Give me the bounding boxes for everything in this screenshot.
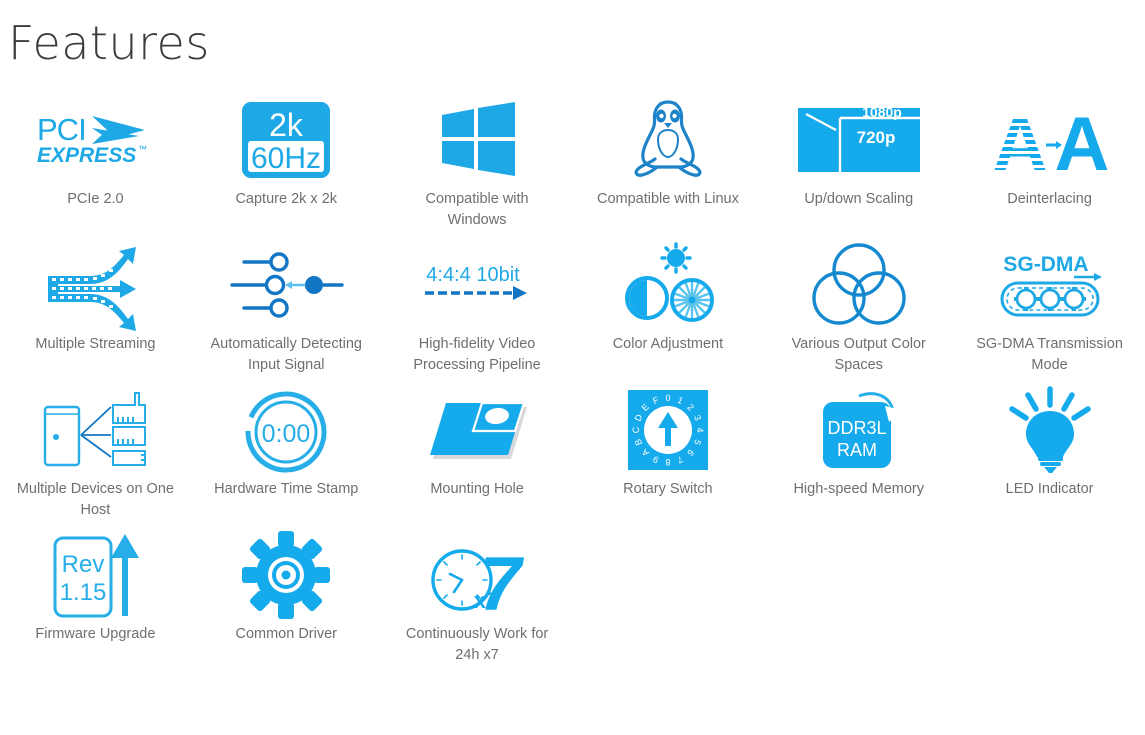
video-pipeline-arrow-icon: 4:4:4 10bit bbox=[388, 240, 567, 330]
feature-item-windows: Compatible with Windows bbox=[382, 91, 573, 236]
feature-caption: Color Adjustment bbox=[612, 335, 724, 352]
svg-text:4: 4 bbox=[695, 427, 705, 432]
feature-caption: PCIe 2.0 bbox=[67, 190, 124, 207]
svg-text:PCI: PCI bbox=[37, 112, 86, 147]
pci-express-logo-icon: PCI EXPRESS ™ bbox=[6, 95, 185, 185]
feature-item-pcie: PCI EXPRESS ™ PCIe 2.0 bbox=[0, 91, 191, 236]
deinterlaced-letter: A bbox=[1054, 102, 1109, 187]
signal-sliders-icon bbox=[197, 240, 376, 330]
feature-caption: Deinterlacing bbox=[1007, 190, 1092, 207]
deinterlacing-icon: A A bbox=[960, 95, 1139, 187]
firmware-label-rev: Rev bbox=[62, 551, 105, 578]
feature-item-continuous: 7 x7 Continuously Work for 24h x7 bbox=[382, 526, 573, 671]
scaling-label-720p: 720p bbox=[856, 128, 895, 147]
color-adjustment-icon bbox=[578, 240, 757, 330]
feature-caption: Rotary Switch bbox=[623, 480, 713, 497]
scaling-label-1080p: 1080p bbox=[862, 104, 902, 120]
feature-caption: LED Indicator bbox=[1005, 480, 1094, 497]
feature-item-memory: DDR3L RAM High-speed Memory bbox=[763, 381, 954, 526]
linux-penguin-icon bbox=[578, 95, 757, 185]
feature-item-capture2k: 2k 60Hz Capture 2k x 2k bbox=[191, 91, 382, 236]
feature-item-multidev: Multiple Devices on One Host bbox=[0, 381, 191, 526]
feature-caption: Automatically Detecting Input Signal bbox=[210, 335, 362, 373]
feature-item-linux: Compatible with Linux bbox=[572, 91, 763, 236]
feature-caption: High-fidelity Video Processing Pipeline bbox=[413, 335, 541, 373]
feature-item-timestamp: 0:00 Hardware Time Stamp bbox=[191, 381, 382, 526]
hardware-timer-icon: 0:00 bbox=[197, 385, 376, 475]
feature-caption: Compatible with Linux bbox=[596, 190, 739, 207]
svg-text:C: C bbox=[631, 426, 641, 433]
feature-item-coloradjust: Color Adjustment bbox=[572, 236, 763, 381]
pipeline-label: 4:4:4 10bit bbox=[426, 264, 520, 286]
feature-caption: Mounting Hole bbox=[430, 480, 524, 497]
features-grid: PCI EXPRESS ™ PCIe 2.0 2k 60Hz Capture 2… bbox=[0, 91, 1145, 671]
page-title: Features bbox=[8, 16, 210, 70]
ram-label-1: DDR3L bbox=[827, 418, 886, 438]
firmware-label-version: 1.15 bbox=[60, 579, 107, 606]
feature-item-mounthole: Mounting Hole bbox=[382, 381, 573, 526]
feature-caption: Various Output Color Spaces bbox=[791, 335, 926, 373]
gear-driver-icon bbox=[197, 530, 376, 620]
multiple-streaming-arrows-icon bbox=[6, 240, 185, 331]
mounting-hole-plate-icon bbox=[388, 385, 567, 475]
svg-text:™: ™ bbox=[138, 144, 147, 154]
ddr3l-ram-icon: DDR3L RAM bbox=[769, 385, 948, 475]
feature-item-rotary: 0 1 2 3 4 5 6 7 8 9 A B C D E F Rotary S… bbox=[572, 381, 763, 526]
feature-item-sgdma: SG-DMA SG-DMA Transmission Mode bbox=[954, 236, 1145, 381]
feature-caption: Up/down Scaling bbox=[804, 190, 914, 207]
feature-caption: Multiple Streaming bbox=[35, 335, 156, 352]
feature-item-deinterlace: A A Deinterlacing bbox=[954, 91, 1145, 236]
svg-text:0: 0 bbox=[665, 393, 670, 403]
svg-text:EXPRESS: EXPRESS bbox=[37, 144, 136, 167]
feature-caption: Capture 2k x 2k bbox=[235, 190, 338, 207]
feature-item-colorspaces: Various Output Color Spaces bbox=[763, 236, 954, 381]
feature-caption: High-speed Memory bbox=[793, 480, 925, 497]
feature-caption: SG-DMA Transmission Mode bbox=[976, 335, 1123, 373]
clock-x7-icon: 7 x7 bbox=[388, 530, 567, 627]
feature-item-driver: Common Driver bbox=[191, 526, 382, 671]
feature-item-led: LED Indicator bbox=[954, 381, 1145, 526]
feature-item-pipeline: 4:4:4 10bit High-fidelity Video Processi… bbox=[382, 236, 573, 381]
windows-logo-icon bbox=[388, 95, 567, 185]
feature-item-multistream: Multiple Streaming bbox=[0, 236, 191, 381]
badge-line1: 2k bbox=[269, 107, 304, 143]
feature-caption: Multiple Devices on One Host bbox=[16, 480, 174, 518]
svg-text:8: 8 bbox=[665, 457, 670, 467]
multiple-devices-host-icon bbox=[6, 385, 185, 475]
badge-line2: 60Hz bbox=[251, 142, 321, 175]
led-bulb-icon bbox=[960, 385, 1139, 475]
feature-item-firmware: Rev 1.15 Firmware Upgrade bbox=[0, 526, 191, 671]
sg-dma-conveyor-icon: SG-DMA bbox=[960, 240, 1139, 330]
feature-caption: Common Driver bbox=[235, 625, 337, 642]
ram-label-2: RAM bbox=[837, 440, 877, 460]
feature-item-scaling: 1080p 720p Up/down Scaling bbox=[763, 91, 954, 236]
feature-item-autodetect: Automatically Detecting Input Signal bbox=[191, 236, 382, 381]
firmware-upgrade-icon: Rev 1.15 bbox=[6, 530, 185, 620]
clock-multiplier-label: x7 bbox=[474, 588, 498, 613]
color-spaces-circles-icon bbox=[769, 240, 948, 330]
feature-caption: Hardware Time Stamp bbox=[214, 480, 359, 497]
capture-resolution-badge-icon: 2k 60Hz bbox=[197, 95, 376, 185]
feature-caption: Firmware Upgrade bbox=[35, 625, 156, 642]
timer-value: 0:00 bbox=[262, 420, 311, 448]
sgdma-label: SG-DMA bbox=[1003, 253, 1088, 276]
updown-scaling-icon: 1080p 720p bbox=[769, 95, 948, 185]
feature-caption: Continuously Work for 24h x7 bbox=[405, 625, 549, 663]
feature-caption: Compatible with Windows bbox=[425, 190, 529, 228]
rotary-switch-icon: 0 1 2 3 4 5 6 7 8 9 A B C D E F bbox=[578, 385, 757, 475]
